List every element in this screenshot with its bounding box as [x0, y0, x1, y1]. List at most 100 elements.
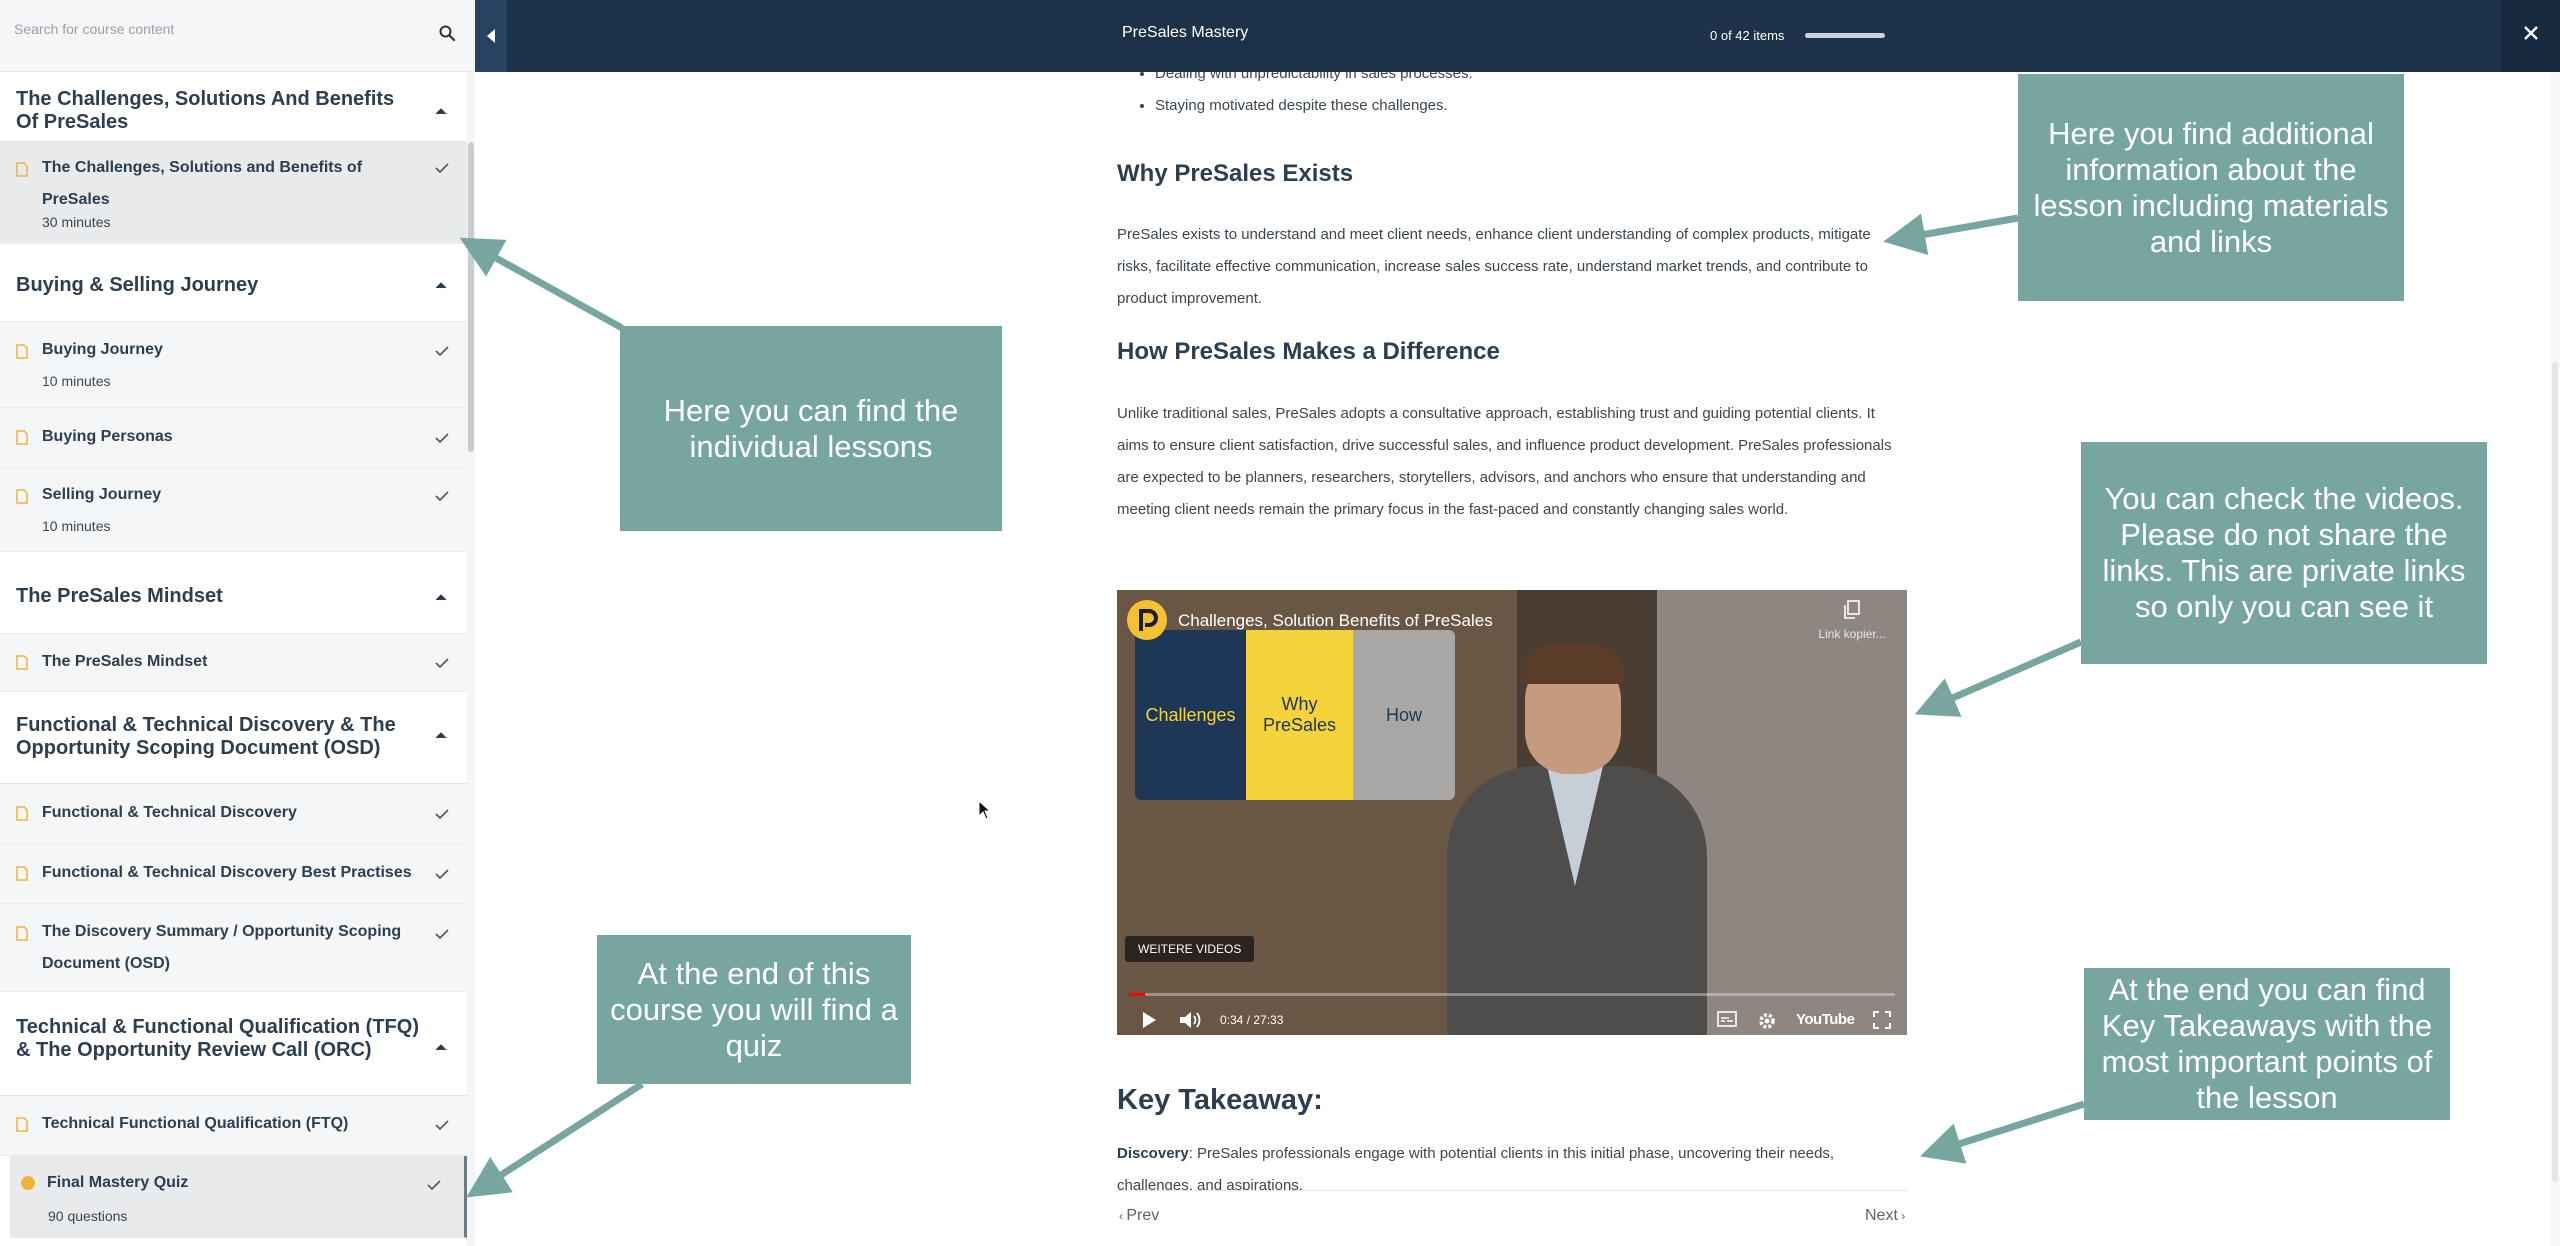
callout-takeaways: At the end you can find Key Takeaways wi…: [2084, 968, 2450, 1120]
section-title: Buying & Selling Journey: [16, 274, 259, 296]
arrow-to-video: [1914, 638, 2083, 717]
callout-lessons: Here you can find the individual lessons: [620, 326, 1002, 531]
document-icon: [16, 162, 28, 177]
lesson-final-mastery-quiz[interactable]: Final Mastery Quiz 90 questions: [10, 1156, 467, 1238]
next-link[interactable]: Next ›: [1865, 1207, 1905, 1225]
content-scrollbar[interactable]: [2550, 72, 2560, 1246]
next-label: Next: [1865, 1207, 1898, 1224]
section-header-tfq-orc[interactable]: Technical & Functional Qualification (TF…: [0, 992, 467, 1096]
presales-logo-icon: [1139, 609, 1158, 631]
more-videos-button[interactable]: WEITERE VIDEOS: [1125, 936, 1255, 962]
video-slide: Challenges Why PreSales How: [1135, 630, 1455, 800]
section-header-presales-mindset[interactable]: The PreSales Mindset: [0, 552, 467, 634]
lesson-title: Functional & Technical Discovery: [42, 804, 297, 821]
check-icon: [435, 1120, 449, 1131]
chevron-up-icon[interactable]: [434, 730, 448, 740]
arrow-to-lessons: [459, 237, 624, 332]
channel-logo[interactable]: [1127, 600, 1167, 640]
copy-link-button[interactable]: Link kopier...: [1807, 600, 1897, 641]
lesson-navigation: ‹ Prev Next ›: [1117, 1190, 1907, 1246]
check-icon: [435, 658, 449, 669]
sidebar-scroll-thumb[interactable]: [468, 142, 474, 452]
video-progress-bar[interactable]: [1129, 993, 1895, 996]
check-icon: [435, 809, 449, 820]
slide-panel-why: Why PreSales: [1246, 630, 1353, 800]
course-title: PreSales Mastery: [1122, 24, 1249, 41]
takeaway-term: Discovery: [1117, 1145, 1189, 1162]
document-icon: [16, 926, 28, 941]
arrow-to-takeaways: [1919, 1100, 2086, 1164]
heading-how-presales-makes-difference: How PreSales Makes a Difference: [1117, 338, 1500, 365]
lesson-selling-journey[interactable]: Selling Journey 10 minutes: [0, 468, 467, 552]
settings-gear-icon[interactable]: [1757, 1011, 1777, 1031]
check-icon: [435, 491, 449, 502]
lesson-functional-technical-discovery[interactable]: Functional & Technical Discovery: [0, 784, 467, 844]
progress-text: 0 of 42 items: [1710, 28, 1785, 43]
sidebar-scrollbar[interactable]: [467, 72, 475, 1246]
lesson-duration: 30 minutes: [42, 214, 111, 230]
lesson-title: Final Mastery Quiz: [47, 1174, 189, 1191]
document-icon: [16, 655, 28, 670]
section-header-discovery-osd[interactable]: Functional & Technical Discovery & The O…: [0, 692, 467, 784]
slide-panel-how: How: [1353, 630, 1455, 800]
collapse-sidebar-button[interactable]: [475, 0, 507, 72]
check-icon: [427, 1180, 441, 1191]
lesson-discovery-best-practises[interactable]: Functional & Technical Discovery Best Pr…: [0, 844, 467, 904]
youtube-logo[interactable]: YouTube: [1796, 1011, 1855, 1028]
lesson-presales-mindset[interactable]: The PreSales Mindset: [0, 634, 467, 692]
document-icon: [16, 806, 28, 821]
section-title: Functional & Technical Discovery & The O…: [16, 714, 396, 759]
caret-left-icon: [487, 29, 495, 43]
paragraph-why-presales: PreSales exists to understand and meet c…: [1117, 226, 1871, 307]
lesson-title: The Challenges, Solutions and Benefits o…: [42, 159, 363, 208]
lesson-challenges-solutions-benefits[interactable]: The Challenges, Solutions and Benefits o…: [0, 142, 467, 244]
lesson-title: Buying Journey: [42, 341, 163, 358]
lesson-title: Functional & Technical Discovery Best Pr…: [42, 864, 412, 881]
search-bar: [0, 0, 475, 72]
play-icon[interactable]: [1141, 1011, 1157, 1029]
chevron-up-icon[interactable]: [434, 106, 448, 116]
arrow-to-info: [1883, 213, 2019, 256]
check-icon: [435, 929, 449, 940]
video-player[interactable]: Challenges Why PreSales How Challenges, …: [1117, 590, 1907, 1035]
course-sidebar: The Challenges, Solutions And Benefits O…: [0, 0, 475, 1246]
chevron-up-icon[interactable]: [434, 1042, 448, 1052]
arrow-to-quiz: [466, 1081, 644, 1198]
subtitles-icon[interactable]: [1717, 1011, 1737, 1027]
content-scroll-thumb[interactable]: [2552, 362, 2558, 1182]
search-icon[interactable]: [438, 24, 456, 42]
section-header-challenges[interactable]: The Challenges, Solutions And Benefits O…: [0, 72, 467, 142]
lesson-discovery-summary-osd[interactable]: The Discovery Summary / Opportunity Scop…: [0, 904, 467, 992]
sidebar-sections: The Challenges, Solutions And Benefits O…: [0, 72, 467, 1238]
video-progress-played: [1129, 993, 1146, 996]
chevron-up-icon[interactable]: [434, 592, 448, 602]
video-time: 0:34 / 27:33: [1220, 1013, 1284, 1027]
chevron-up-icon[interactable]: [434, 280, 448, 290]
copy-link-label: Link kopier...: [1818, 627, 1886, 641]
bullet-item: Staying motivated despite these challeng…: [1155, 90, 1473, 122]
lesson-buying-journey[interactable]: Buying Journey 10 minutes: [0, 322, 467, 408]
close-icon: [2524, 26, 2538, 40]
callout-quiz: At the end of this course you will find …: [597, 935, 911, 1084]
quiz-icon: [21, 1176, 35, 1190]
lesson-buying-personas[interactable]: Buying Personas: [0, 408, 467, 468]
volume-icon[interactable]: [1179, 1011, 1203, 1029]
fullscreen-icon[interactable]: [1873, 1011, 1891, 1029]
search-input[interactable]: [14, 14, 434, 44]
video-title[interactable]: Challenges, Solution Benefits of PreSale…: [1178, 611, 1493, 631]
document-icon: [16, 1117, 28, 1132]
prev-link[interactable]: ‹ Prev: [1119, 1207, 1159, 1225]
slide-panel-challenges: Challenges: [1135, 630, 1246, 800]
lesson-title: The Discovery Summary / Opportunity Scop…: [42, 923, 402, 972]
close-button[interactable]: [2501, 0, 2560, 72]
section-header-buying-selling[interactable]: Buying & Selling Journey: [0, 244, 467, 322]
section-title: The PreSales Mindset: [16, 585, 223, 607]
document-icon: [16, 489, 28, 504]
document-icon: [16, 344, 28, 359]
document-icon: [16, 430, 28, 445]
lesson-technical-functional-qualification[interactable]: Technical Functional Qualification (FTQ): [0, 1096, 467, 1156]
callout-info: Here you find additional information abo…: [2018, 74, 2404, 301]
takeaway-body: : PreSales professionals engage with pot…: [1117, 1145, 1835, 1194]
video-controls: 0:34 / 27:33 YouTube: [1117, 1003, 1907, 1035]
progress-bar: [1805, 33, 1885, 38]
